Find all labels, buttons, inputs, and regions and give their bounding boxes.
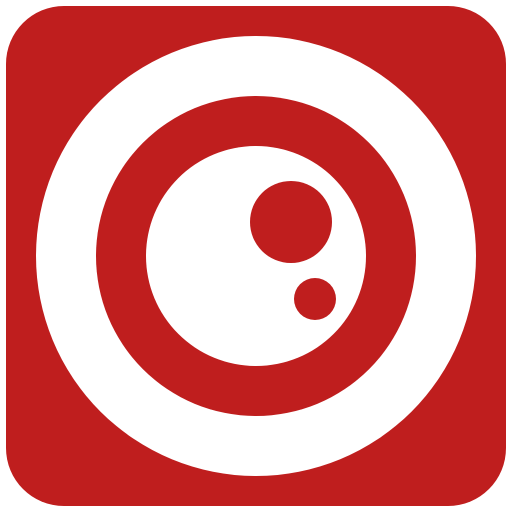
lens-center <box>146 146 366 366</box>
app-icon[interactable] <box>0 0 512 512</box>
small-lens-highlight-dot <box>294 278 336 320</box>
large-lens-highlight-dot <box>250 181 332 263</box>
camera-lens-icon <box>6 6 506 506</box>
